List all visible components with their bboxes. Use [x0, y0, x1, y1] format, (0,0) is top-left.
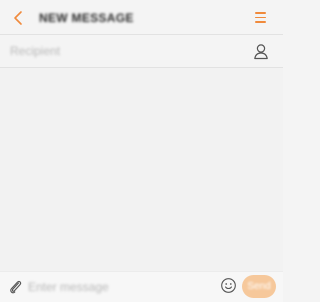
message-thread-area: [0, 68, 283, 271]
top-bar: NEW MESSAGE: [0, 0, 283, 35]
page-title: NEW MESSAGE: [39, 11, 134, 25]
recipient-row: [0, 35, 283, 68]
chevron-left-icon: [14, 11, 22, 25]
attach-button[interactable]: [8, 278, 23, 295]
recipient-input[interactable]: [10, 42, 240, 60]
back-button[interactable]: [10, 9, 26, 27]
send-button[interactable]: Send: [242, 275, 276, 298]
new-message-screen: NEW MESSAGE Recipient Enter message Send: [0, 0, 283, 302]
person-icon: [254, 44, 268, 60]
contact-picker-button[interactable]: [253, 43, 269, 60]
paperclip-icon: [10, 280, 22, 294]
send-button-label: Send: [247, 281, 271, 292]
message-input[interactable]: [28, 279, 213, 295]
emoji-button[interactable]: [220, 277, 237, 294]
smiley-icon: [221, 278, 236, 293]
menu-button[interactable]: [254, 11, 267, 23]
composer-bar: Send: [0, 271, 283, 302]
